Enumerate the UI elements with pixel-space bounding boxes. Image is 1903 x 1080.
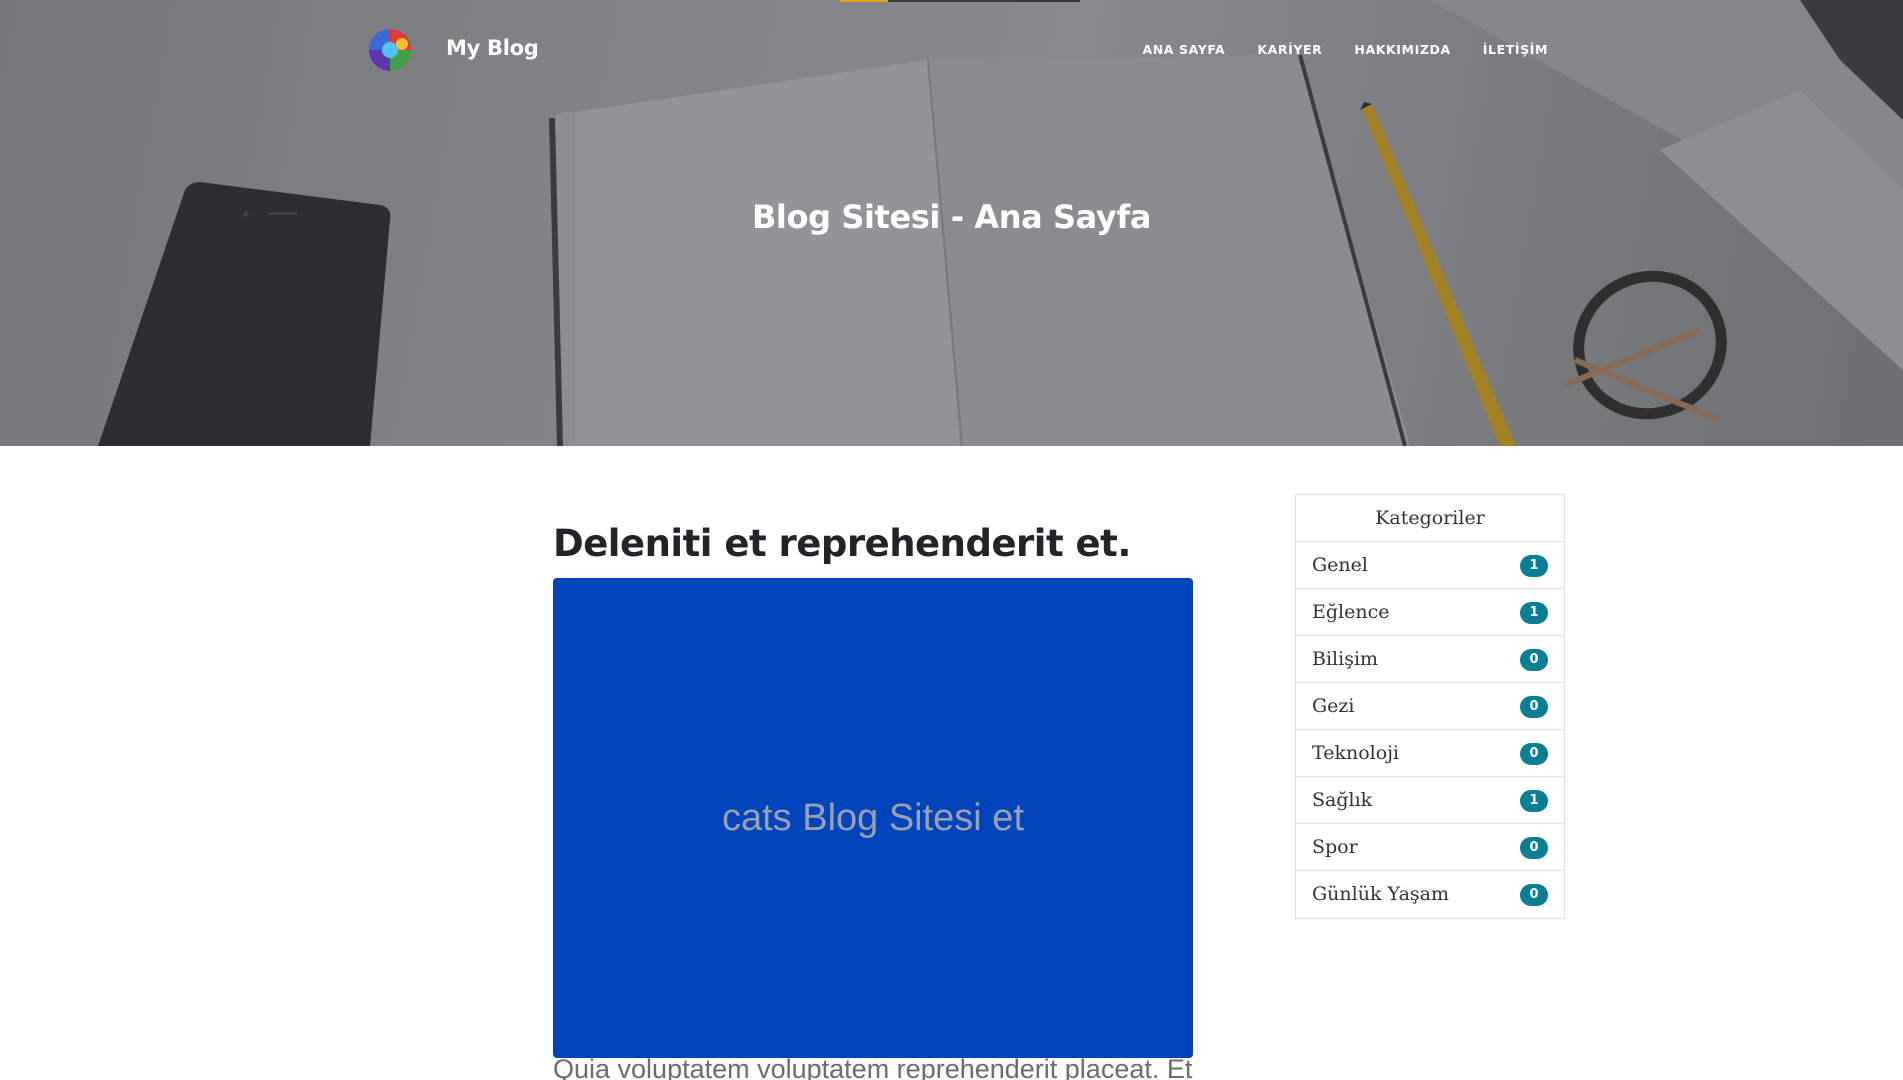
category-item-teknoloji[interactable]: Teknoloji 0	[1296, 730, 1564, 777]
category-count-badge: 0	[1520, 649, 1548, 671]
nav-links: ANA SAYFA KARİYER HAKKIMIZDA İLETİŞİM	[1142, 42, 1548, 57]
nav-link-contact[interactable]: İLETİŞİM	[1483, 42, 1548, 57]
category-count-badge: 1	[1520, 602, 1548, 624]
page-title: Blog Sitesi - Ana Sayfa	[751, 198, 1152, 236]
category-label: Teknoloji	[1312, 742, 1400, 764]
main-navbar: My Blog ANA SAYFA KARİYER HAKKIMIZDA İLE…	[0, 0, 1903, 100]
category-label: Gezi	[1312, 695, 1355, 717]
category-count-badge: 1	[1520, 555, 1548, 577]
category-item-gunluk-yasam[interactable]: Günlük Yaşam 0	[1296, 871, 1564, 918]
post-title-link[interactable]: Deleniti et reprehenderit et.	[553, 522, 1131, 565]
categories-sidebar: Kategoriler Genel 1 Eğlence 1 Bilişim 0 …	[1295, 494, 1565, 919]
post-image-placeholder-text: cats Blog Sitesi et	[721, 796, 1025, 839]
category-label: Sağlık	[1312, 789, 1373, 811]
category-label: Eğlence	[1312, 601, 1390, 623]
sidebar-header: Kategoriler	[1296, 495, 1564, 542]
site-logo-icon[interactable]	[368, 28, 412, 72]
brand-link[interactable]: My Blog	[446, 36, 539, 60]
category-count-badge: 1	[1520, 790, 1548, 812]
nav-link-home[interactable]: ANA SAYFA	[1142, 42, 1225, 57]
category-label: Genel	[1312, 554, 1368, 576]
hero-header: My Blog ANA SAYFA KARİYER HAKKIMIZDA İLE…	[0, 0, 1903, 446]
category-count-badge: 0	[1520, 884, 1548, 906]
post-image[interactable]: cats Blog Sitesi et	[553, 578, 1193, 1058]
category-item-saglik[interactable]: Sağlık 1	[1296, 777, 1564, 824]
category-item-bilisim[interactable]: Bilişim 0	[1296, 636, 1564, 683]
category-label: Spor	[1312, 836, 1358, 858]
category-label: Bilişim	[1312, 648, 1379, 670]
category-count-badge: 0	[1520, 743, 1548, 765]
post-excerpt: Quia voluptatem voluptatem reprehenderit…	[553, 1058, 1193, 1080]
category-label: Günlük Yaşam	[1312, 883, 1450, 905]
category-item-eglence[interactable]: Eğlence 1	[1296, 589, 1564, 636]
category-count-badge: 0	[1520, 696, 1548, 718]
nav-link-career[interactable]: KARİYER	[1257, 42, 1322, 57]
category-count-badge: 0	[1520, 837, 1548, 859]
category-item-spor[interactable]: Spor 0	[1296, 824, 1564, 871]
category-item-genel[interactable]: Genel 1	[1296, 542, 1564, 589]
category-item-gezi[interactable]: Gezi 0	[1296, 683, 1564, 730]
nav-link-about[interactable]: HAKKIMIZDA	[1354, 42, 1450, 57]
